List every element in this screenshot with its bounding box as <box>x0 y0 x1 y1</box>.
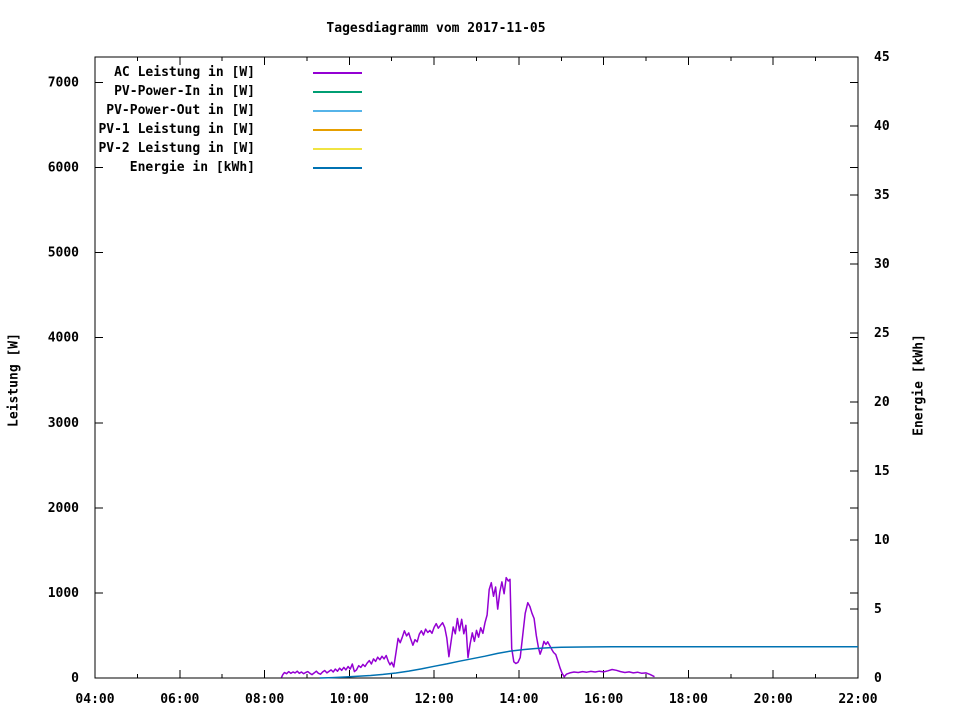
chart-title: Tagesdiagramm vom 2017-11-05 <box>326 21 546 36</box>
x-tick-label: 18:00 <box>669 692 708 707</box>
series-ac-leistung <box>280 576 655 678</box>
y2-tick-label: 25 <box>874 326 890 341</box>
x-tick-label: 20:00 <box>754 692 793 707</box>
y1-tick-label: 7000 <box>48 76 79 91</box>
y2-tick-label: 35 <box>874 188 890 203</box>
x-tick-label: 12:00 <box>415 692 454 707</box>
y1-tick-label: 5000 <box>48 246 79 261</box>
y1-tick-label: 4000 <box>48 331 79 346</box>
legend-line-sample <box>313 71 362 74</box>
x-tick-label: 08:00 <box>245 692 284 707</box>
legend-label: Energie in [kWh] <box>129 160 255 175</box>
legend-line-sample <box>313 147 362 150</box>
legend-line-sample <box>313 166 362 169</box>
legend-label: AC Leistung in [W] <box>114 65 255 80</box>
y2-tick-label: 20 <box>874 395 890 410</box>
legend-item-energie: Energie in [kWh] <box>95 158 362 177</box>
legend-item-pv2-leistung: PV-2 Leistung in [W] <box>95 139 362 158</box>
legend-label: PV-1 Leistung in [W] <box>98 122 255 137</box>
y1-tick-label: 6000 <box>48 161 79 176</box>
x-tick-label: 22:00 <box>838 692 877 707</box>
y2-tick-label: 15 <box>874 464 890 479</box>
y1-tick-label: 1000 <box>48 586 79 601</box>
y2-tick-label: 40 <box>874 119 890 134</box>
legend-label: PV-2 Leistung in [W] <box>98 141 255 156</box>
legend-item-ac-leistung: AC Leistung in [W] <box>95 63 362 82</box>
y2-axis-label: Energie [kWh] <box>911 334 927 436</box>
x-tick-label: 14:00 <box>499 692 538 707</box>
y2-tick-label: 45 <box>874 50 890 65</box>
legend-label: PV-Power-In in [W] <box>114 84 255 99</box>
y1-tick-label: 3000 <box>48 416 79 431</box>
legend-line-sample <box>313 90 362 93</box>
legend-line-sample <box>313 109 362 112</box>
legend-label: PV-Power-Out in [W] <box>106 103 255 118</box>
y-axis-label: Leistung [W] <box>6 333 22 427</box>
legend-item-pv-power-in: PV-Power-In in [W] <box>95 82 362 101</box>
legend-line-sample <box>313 128 362 131</box>
x-tick-label: 06:00 <box>160 692 199 707</box>
y2-tick-label: 30 <box>874 257 890 272</box>
y1-tick-label: 0 <box>71 671 79 686</box>
series-energie <box>319 645 858 679</box>
y1-tick-label: 2000 <box>48 501 79 516</box>
legend: AC Leistung in [W] PV-Power-In in [W] PV… <box>95 63 362 177</box>
chart-canvas: 04:00 06:00 08:00 10:00 12:00 14:00 16:00 18:00… <box>0 0 960 720</box>
legend-item-pv-power-out: PV-Power-Out in [W] <box>95 101 362 120</box>
y2-tick-label: 0 <box>874 671 882 686</box>
y2-tick-label: 10 <box>874 533 890 548</box>
legend-item-pv1-leistung: PV-1 Leistung in [W] <box>95 120 362 139</box>
x-tick-label: 16:00 <box>584 692 623 707</box>
x-tick-label: 10:00 <box>330 692 369 707</box>
x-tick-label: 04:00 <box>75 692 114 707</box>
y2-tick-label: 5 <box>874 602 882 617</box>
